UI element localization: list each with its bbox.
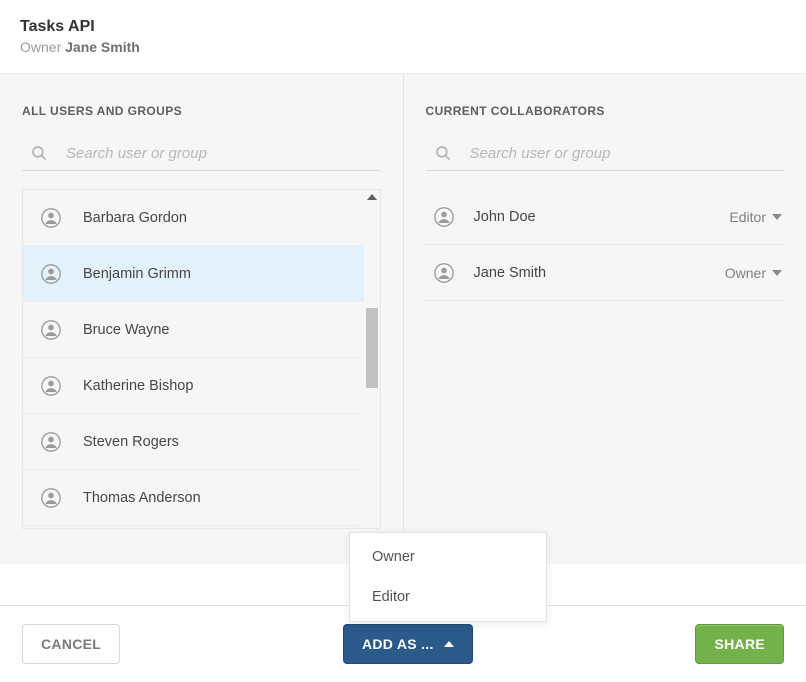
- avatar-icon: [41, 264, 61, 284]
- avatar-icon: [434, 263, 454, 283]
- collaborator-item: Jane SmithOwner: [426, 245, 785, 301]
- chevron-up-icon: [444, 641, 454, 647]
- user-name: Steven Rogers: [83, 434, 179, 450]
- all-users-panel: ALL USERS AND GROUPS Barbara Gordon Benja…: [0, 74, 404, 564]
- role-label: Editor: [729, 209, 766, 225]
- user-item[interactable]: Bruce Wayne: [23, 302, 380, 358]
- chevron-down-icon: [772, 270, 782, 276]
- share-button[interactable]: SHARE: [695, 624, 784, 664]
- all-users-title: ALL USERS AND GROUPS: [22, 104, 381, 118]
- user-name: Katherine Bishop: [83, 378, 193, 394]
- all-users-search-input[interactable]: [66, 145, 381, 162]
- dialog-body: ALL USERS AND GROUPS Barbara Gordon Benja…: [0, 74, 806, 564]
- user-item[interactable]: Barbara Gordon: [23, 190, 380, 246]
- scrollbar-thumb[interactable]: [366, 308, 378, 388]
- user-item[interactable]: Katherine Bishop: [23, 358, 380, 414]
- avatar-icon: [41, 376, 61, 396]
- collaborators-search[interactable]: [426, 140, 785, 171]
- all-users-search[interactable]: [22, 140, 381, 171]
- user-name: Bruce Wayne: [83, 322, 170, 338]
- collaborator-name: Jane Smith: [474, 265, 725, 281]
- role-select[interactable]: Editor: [729, 209, 782, 225]
- add-as-menu: OwnerEditor: [349, 532, 547, 622]
- chevron-down-icon: [772, 214, 782, 220]
- add-as-menu-item[interactable]: Owner: [350, 537, 546, 577]
- owner-name: Jane Smith: [65, 39, 140, 55]
- page-title: Tasks API: [20, 18, 786, 36]
- scroll-up-icon: [367, 194, 377, 200]
- avatar-icon: [434, 207, 454, 227]
- user-name: Barbara Gordon: [83, 210, 187, 226]
- owner-line: Owner Jane Smith: [20, 39, 786, 55]
- collaborators-list: John DoeEditorJane SmithOwner: [426, 189, 785, 301]
- search-icon: [30, 144, 48, 162]
- collaborators-search-input[interactable]: [470, 145, 785, 162]
- role-label: Owner: [725, 265, 766, 281]
- user-name: Thomas Anderson: [83, 490, 201, 506]
- cancel-button[interactable]: CANCEL: [22, 624, 120, 664]
- users-scrollbar[interactable]: [364, 190, 380, 528]
- user-item[interactable]: Benjamin Grimm: [23, 246, 380, 302]
- dialog-header: Tasks API Owner Jane Smith: [0, 0, 806, 74]
- role-select[interactable]: Owner: [725, 265, 782, 281]
- avatar-icon: [41, 432, 61, 452]
- collaborator-name: John Doe: [474, 209, 730, 225]
- avatar-icon: [41, 320, 61, 340]
- add-as-menu-item[interactable]: Editor: [350, 577, 546, 617]
- collaborators-title: CURRENT COLLABORATORS: [426, 104, 785, 118]
- user-item[interactable]: Steven Rogers: [23, 414, 380, 470]
- user-item[interactable]: Thomas Anderson: [23, 470, 380, 526]
- add-as-button[interactable]: ADD AS ...: [343, 624, 473, 664]
- collaborators-panel: CURRENT COLLABORATORS John DoeEditorJane…: [404, 74, 806, 564]
- collaborator-item: John DoeEditor: [426, 189, 785, 245]
- owner-label: Owner: [20, 39, 61, 55]
- avatar-icon: [41, 488, 61, 508]
- avatar-icon: [41, 208, 61, 228]
- user-name: Benjamin Grimm: [83, 266, 191, 282]
- search-icon: [434, 144, 452, 162]
- add-as-button-label: ADD AS ...: [362, 636, 434, 652]
- all-users-list: Barbara Gordon Benjamin Grimm Bruce Wayne K…: [22, 189, 381, 529]
